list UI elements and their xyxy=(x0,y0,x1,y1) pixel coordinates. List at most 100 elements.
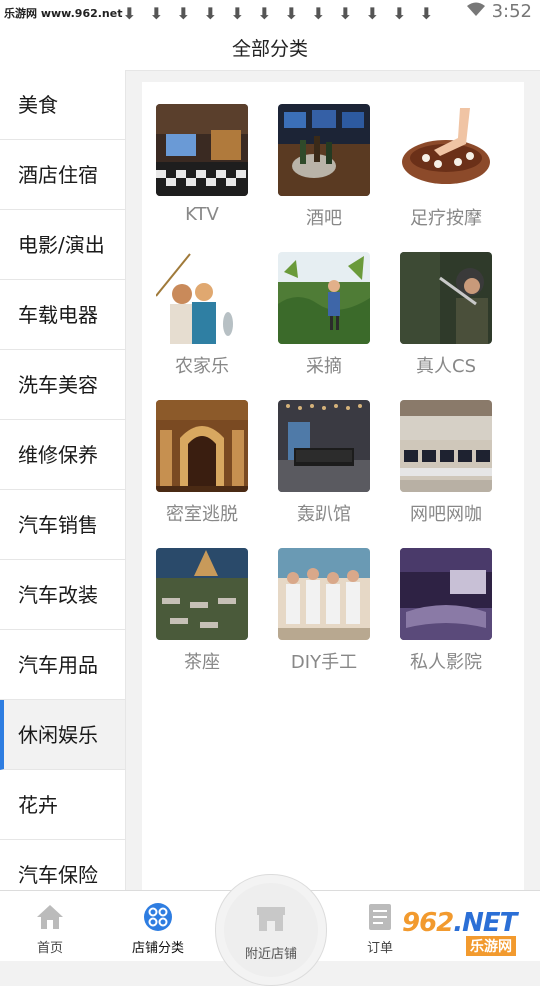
category-grid: KTV 酒吧 足疗按摩 农家乐 采摘 真人CS 密室逃脱 轰趴馆 网吧网咖 茶座… xyxy=(156,104,502,674)
download-icon: ⬇ xyxy=(176,3,191,23)
download-icon: ⬇ xyxy=(311,3,326,23)
sidebar-item-car-supplies[interactable]: 汽车用品 xyxy=(0,630,125,700)
store-icon xyxy=(255,905,287,937)
tab-nearby-shops[interactable]: 附近店铺 xyxy=(215,874,327,986)
wifi-icon xyxy=(466,1,486,22)
sidebar-item-label: 车载电器 xyxy=(18,302,98,327)
category-picking[interactable]: 采摘 xyxy=(278,252,370,378)
category-label: KTV xyxy=(185,204,219,225)
watermark-subtitle: 乐游网 xyxy=(466,936,516,956)
status-bar: 乐游网 www.962.net ⬇ ⬇ ⬇ ⬇ ⬇ ⬇ ⬇ ⬇ ⬇ ⬇ ⬇ ⬇ … xyxy=(0,0,540,26)
clock-time: 3:52 xyxy=(491,1,532,22)
private-cinema-image xyxy=(400,548,492,640)
download-icon: ⬇ xyxy=(365,3,380,23)
diy-craft-image xyxy=(278,548,370,640)
party-house-image xyxy=(278,400,370,492)
nearby-button-inner: 附近店铺 xyxy=(224,883,318,977)
category-bar[interactable]: 酒吧 xyxy=(278,104,370,230)
sidebar-item-label: 酒店住宿 xyxy=(18,162,98,187)
sidebar-item-car-modification[interactable]: 汽车改装 xyxy=(0,560,125,630)
sidebar-item-label: 电影/演出 xyxy=(18,232,105,257)
category-label: 网吧网咖 xyxy=(410,504,482,525)
picking-image xyxy=(278,252,370,344)
tab-label: 首页 xyxy=(36,941,63,956)
category-party-house[interactable]: 轰趴馆 xyxy=(278,400,370,526)
farm-stay-image xyxy=(156,252,248,344)
page-title: 全部分类 xyxy=(231,38,308,60)
download-icon: ⬇ xyxy=(203,3,218,23)
category-internet-cafe[interactable]: 网吧网咖 xyxy=(400,400,492,526)
live-cs-image xyxy=(400,252,492,344)
sidebar-item-flowers[interactable]: 花卉 xyxy=(0,770,125,840)
sidebar-item-car-electronics[interactable]: 车载电器 xyxy=(0,280,125,350)
download-icon: ⬇ xyxy=(392,3,407,23)
download-icon: ⬇ xyxy=(257,3,272,23)
category-label: 密室逃脱 xyxy=(166,504,238,525)
category-live-cs[interactable]: 真人CS xyxy=(400,252,492,378)
sidebar-item-label: 维修保养 xyxy=(18,442,98,467)
category-grid-icon xyxy=(142,901,174,933)
download-icon: ⬇ xyxy=(338,3,353,23)
status-watermark: 乐游网 www.962.net xyxy=(4,7,123,20)
download-icon: ⬇ xyxy=(419,3,434,23)
watermark-domain: .NET xyxy=(453,908,517,938)
escape-room-image xyxy=(156,400,248,492)
bar-image xyxy=(278,104,370,196)
sidebar-item-label: 汽车改装 xyxy=(18,582,98,607)
category-label: 茶座 xyxy=(184,652,220,673)
category-label: 轰趴馆 xyxy=(297,504,351,525)
category-label: 私人影院 xyxy=(410,652,482,673)
status-right: 3:52 xyxy=(466,1,532,22)
sidebar-item-car-wash[interactable]: 洗车美容 xyxy=(0,350,125,420)
sidebar-item-label: 汽车保险 xyxy=(18,862,98,887)
category-ktv[interactable]: KTV xyxy=(156,104,248,230)
sidebar-item-leisure[interactable]: 休闲娱乐 xyxy=(0,700,125,770)
foot-massage-image xyxy=(400,104,492,196)
download-icon: ⬇ xyxy=(230,3,245,23)
tea-house-image xyxy=(156,548,248,640)
sidebar-item-car-sales[interactable]: 汽车销售 xyxy=(0,490,125,560)
sidebar-item-maintenance[interactable]: 维修保养 xyxy=(0,420,125,490)
category-content: KTV 酒吧 足疗按摩 农家乐 采摘 真人CS 密室逃脱 轰趴馆 网吧网咖 茶座… xyxy=(142,82,524,890)
category-diy-craft[interactable]: DIY手工 xyxy=(278,548,370,674)
watermark-text: 962.NET xyxy=(402,908,517,938)
category-farm-stay[interactable]: 农家乐 xyxy=(156,252,248,378)
site-watermark-logo: 962.NET 乐游网 xyxy=(402,908,532,956)
download-icon: ⬇ xyxy=(149,3,164,23)
watermark-number: 962 xyxy=(402,908,454,938)
order-list-icon xyxy=(364,901,396,933)
category-tea-house[interactable]: 茶座 xyxy=(156,548,248,674)
sidebar-item-movie-show[interactable]: 电影/演出 xyxy=(0,210,125,280)
home-icon xyxy=(34,901,66,933)
tab-label: 订单 xyxy=(366,941,393,956)
sidebar-item-food[interactable]: 美食 xyxy=(0,70,125,140)
category-label: 真人CS xyxy=(416,356,476,377)
tab-label: 附近店铺 xyxy=(244,947,297,962)
ktv-room-image xyxy=(156,104,248,196)
sidebar-item-label: 美食 xyxy=(18,92,58,117)
sidebar-item-label: 洗车美容 xyxy=(18,372,98,397)
internet-cafe-image xyxy=(400,400,492,492)
tab-label: 店铺分类 xyxy=(131,941,184,956)
download-icon: ⬇ xyxy=(122,3,137,23)
sidebar-item-label: 汽车用品 xyxy=(18,652,98,677)
tab-shop-category[interactable]: 店铺分类 xyxy=(108,891,208,961)
sidebar-item-label: 休闲娱乐 xyxy=(18,722,98,747)
sidebar-item-car-insurance[interactable]: 汽车保险 xyxy=(0,840,125,890)
tab-home[interactable]: 首页 xyxy=(0,891,100,961)
category-sidebar: 美食 酒店住宿 电影/演出 车载电器 洗车美容 维修保养 汽车销售 汽车改装 汽… xyxy=(0,70,126,890)
download-icon: ⬇ xyxy=(284,3,299,23)
sidebar-item-label: 汽车销售 xyxy=(18,512,98,537)
category-label: 酒吧 xyxy=(306,208,342,229)
category-label: 足疗按摩 xyxy=(410,208,482,229)
sidebar-item-label: 花卉 xyxy=(18,792,58,817)
page-header: 全部分类 xyxy=(0,26,540,71)
sidebar-item-hotel[interactable]: 酒店住宿 xyxy=(0,140,125,210)
category-label: 农家乐 xyxy=(175,356,229,377)
category-private-cinema[interactable]: 私人影院 xyxy=(400,548,492,674)
notification-icons: ⬇ ⬇ ⬇ ⬇ ⬇ ⬇ ⬇ ⬇ ⬇ ⬇ ⬇ ⬇ xyxy=(120,2,436,24)
category-label: DIY手工 xyxy=(290,652,358,673)
category-escape-room[interactable]: 密室逃脱 xyxy=(156,400,248,526)
category-label: 采摘 xyxy=(306,356,342,377)
category-foot-massage[interactable]: 足疗按摩 xyxy=(400,104,492,230)
